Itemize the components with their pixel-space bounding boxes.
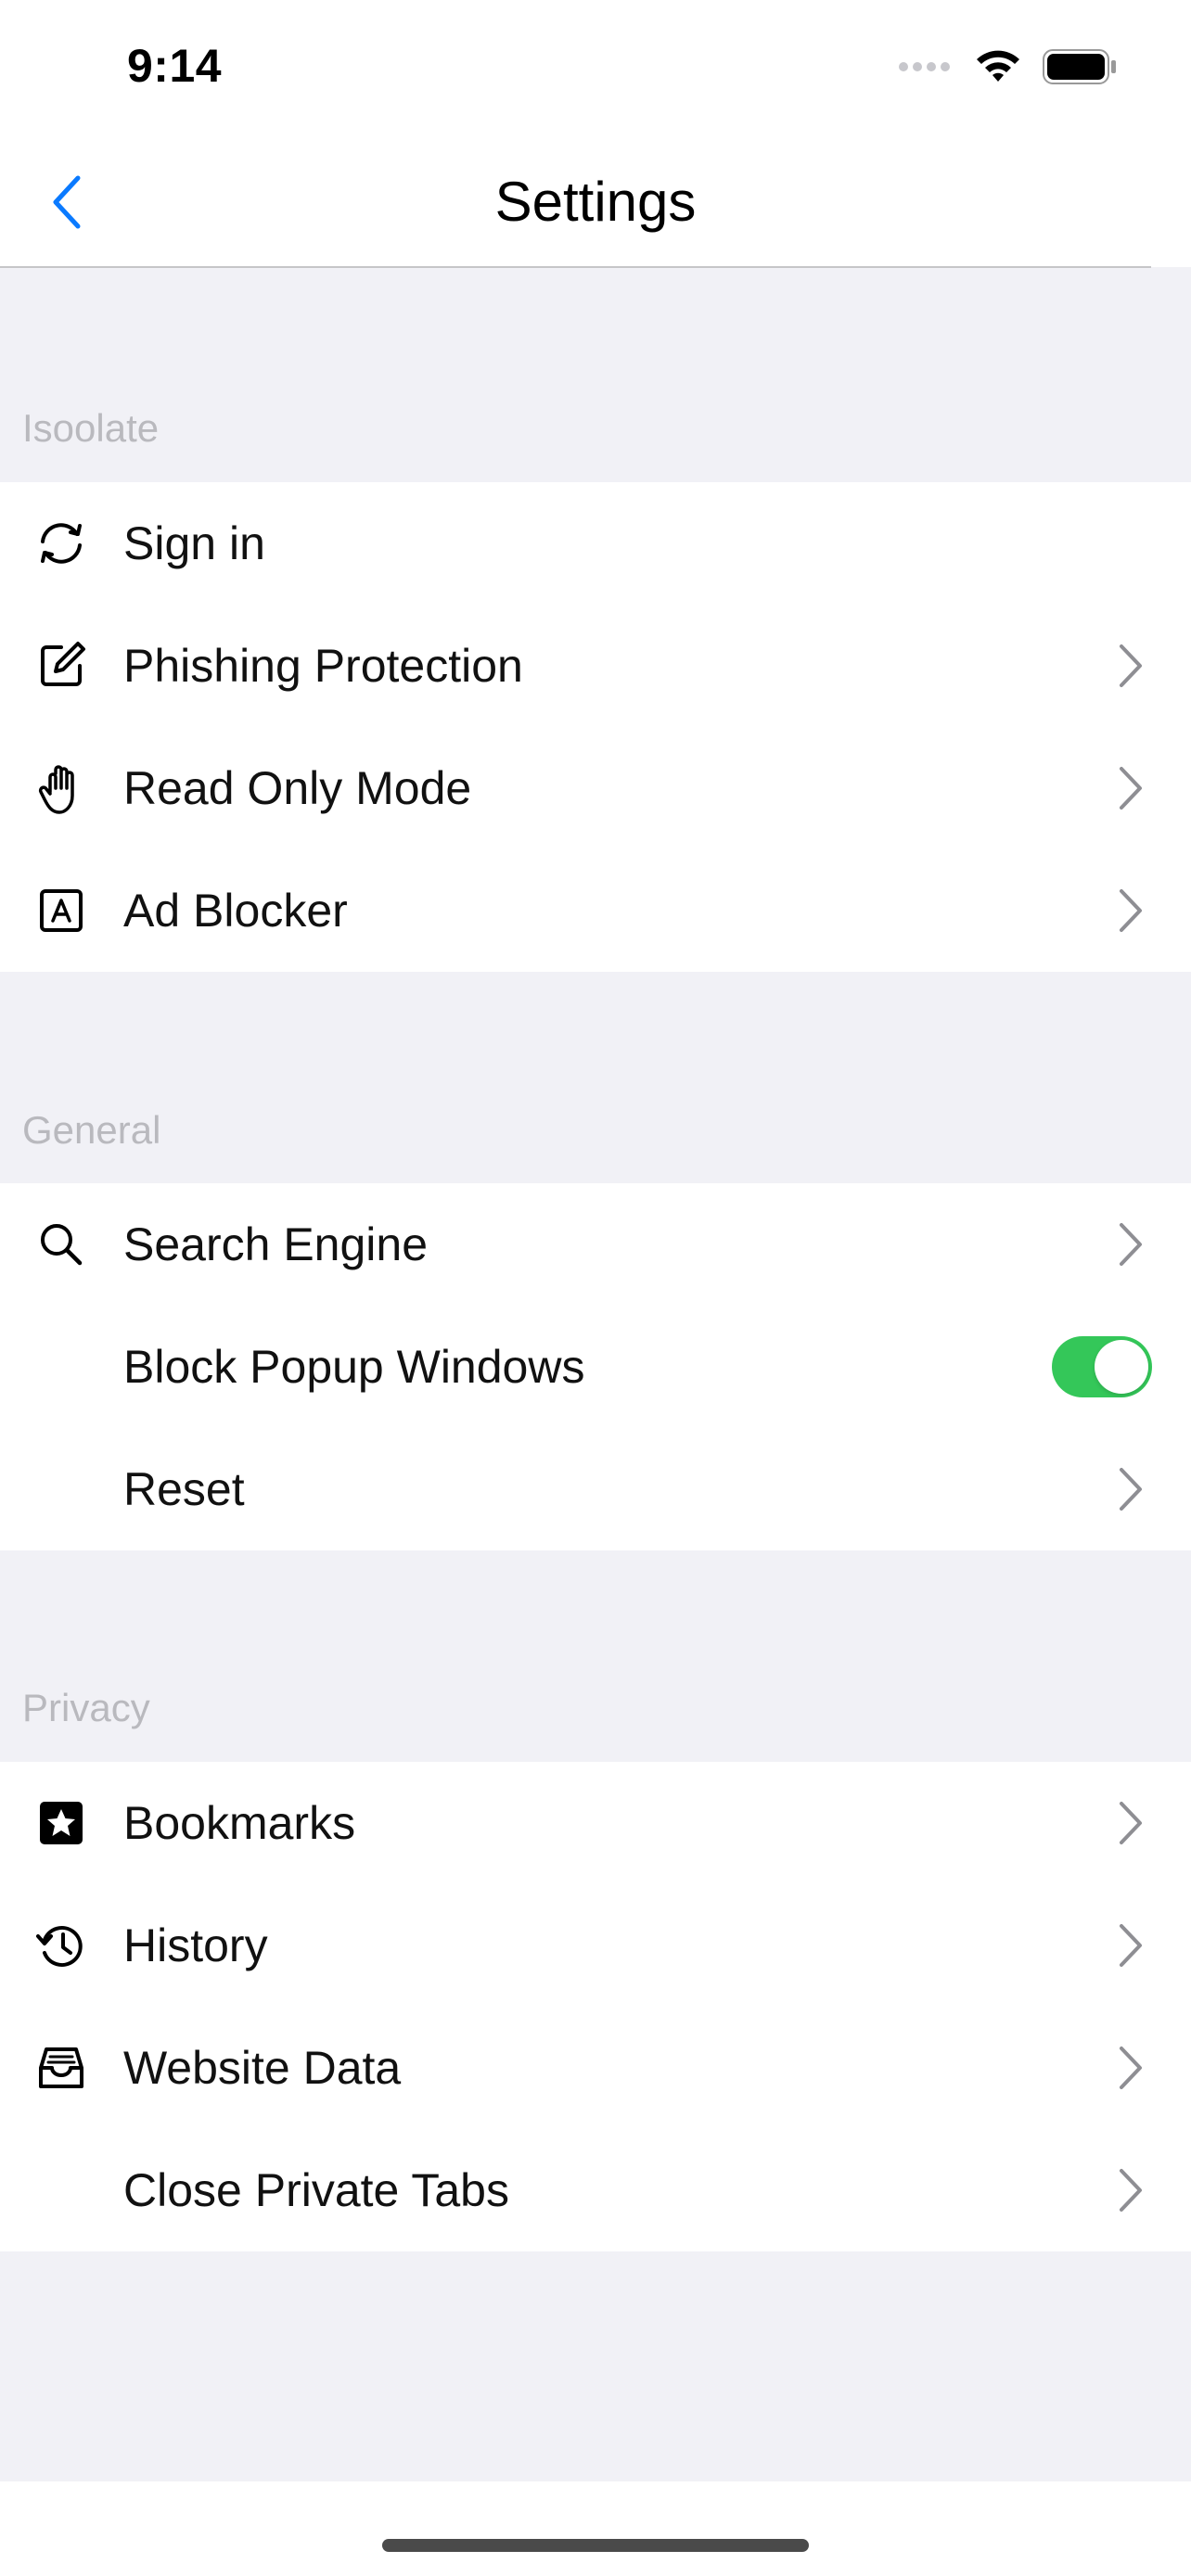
section-header-privacy: Privacy — [22, 1686, 150, 1729]
hand-icon — [33, 760, 89, 816]
row-history[interactable]: History — [0, 1884, 1191, 2007]
row-label: Sign in — [123, 517, 265, 569]
row-block-popup-windows: Block Popup Windows — [0, 1306, 1191, 1428]
row-label: Block Popup Windows — [123, 1341, 585, 1393]
battery-icon — [1043, 49, 1116, 84]
row-label: Close Private Tabs — [123, 2164, 509, 2216]
status-time: 9:14 — [127, 40, 223, 92]
tray-icon — [33, 2040, 89, 2096]
home-indicator-area — [0, 2481, 1191, 2576]
block-popup-toggle[interactable] — [1052, 1336, 1152, 1397]
chevron-right-icon — [1120, 644, 1142, 687]
chevron-right-icon — [1120, 889, 1142, 932]
row-label: History — [123, 1919, 268, 1971]
section-header-isoolate: Isoolate — [22, 406, 160, 450]
nav-divider — [0, 266, 1151, 268]
row-label: Website Data — [123, 2042, 402, 2094]
row-label: Reset — [123, 1463, 245, 1515]
row-label: Ad Blocker — [123, 885, 348, 937]
row-label: Search Engine — [123, 1218, 429, 1270]
wifi-icon — [977, 50, 1019, 82]
status-icons — [898, 48, 1117, 85]
row-reset[interactable]: Reset — [0, 1428, 1191, 1550]
chevron-right-icon — [1120, 2169, 1142, 2212]
sync-icon — [33, 516, 89, 571]
chevron-right-icon — [1120, 1223, 1142, 1266]
history-icon — [33, 1918, 89, 1973]
row-read-only-mode[interactable]: Read Only Mode — [0, 727, 1191, 849]
signal-icon — [899, 62, 950, 71]
row-label: Phishing Protection — [123, 640, 523, 692]
chevron-right-icon — [1120, 2047, 1142, 2089]
row-close-private-tabs[interactable]: Close Private Tabs — [0, 2129, 1191, 2251]
row-bookmarks[interactable]: Bookmarks — [0, 1762, 1191, 1884]
chevron-right-icon — [1120, 1802, 1142, 1844]
row-label: Read Only Mode — [123, 762, 472, 814]
chevron-right-icon — [1120, 767, 1142, 810]
search-icon — [33, 1217, 89, 1272]
toggle-knob — [1095, 1340, 1148, 1394]
row-website-data[interactable]: Website Data — [0, 2007, 1191, 2129]
home-indicator[interactable] — [382, 2539, 809, 2552]
page-title: Settings — [494, 171, 697, 233]
group-isoolate: Sign in Phishing Protection Read Only Mo… — [0, 482, 1191, 972]
section-header-general: General — [22, 1108, 161, 1152]
ad-box-icon — [33, 883, 89, 938]
row-phishing-protection[interactable]: Phishing Protection — [0, 605, 1191, 727]
row-search-engine[interactable]: Search Engine — [0, 1183, 1191, 1306]
chevron-right-icon — [1120, 1468, 1142, 1511]
compose-icon — [33, 638, 89, 694]
group-privacy: Bookmarks History Website Data Close Pri… — [0, 1762, 1191, 2251]
group-general: Search Engine Block Popup Windows Reset — [0, 1183, 1191, 1550]
row-ad-blocker[interactable]: Ad Blocker — [0, 849, 1191, 972]
status-bar: 9:14 — [0, 0, 1191, 130]
row-label: Bookmarks — [123, 1797, 356, 1849]
row-sign-in[interactable]: Sign in — [0, 482, 1191, 605]
chevron-right-icon — [1120, 1924, 1142, 1967]
star-box-icon — [33, 1795, 89, 1851]
